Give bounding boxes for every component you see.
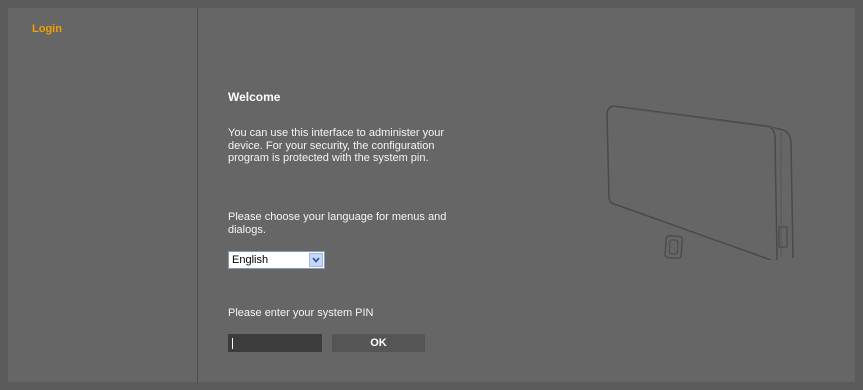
pin-prompt: Please enter your system PIN (228, 307, 374, 319)
language-selected-value: English (232, 254, 269, 266)
intro-text: You can use this interface to administer… (228, 127, 445, 164)
page: Login Welcome You can use this interface… (8, 8, 855, 382)
sidebar: Login (8, 8, 197, 382)
language-prompt: Please choose your language for menus an… (228, 211, 447, 236)
pin-input[interactable] (228, 334, 322, 352)
ok-button[interactable]: OK (332, 334, 425, 352)
sidebar-divider (197, 8, 198, 382)
page-title: Welcome (228, 90, 281, 104)
sidebar-item-login[interactable]: Login (32, 23, 62, 35)
base-station-image (606, 105, 794, 260)
chevron-down-icon[interactable] (309, 253, 323, 267)
language-select[interactable]: English (228, 251, 325, 269)
text-cursor (232, 338, 233, 349)
